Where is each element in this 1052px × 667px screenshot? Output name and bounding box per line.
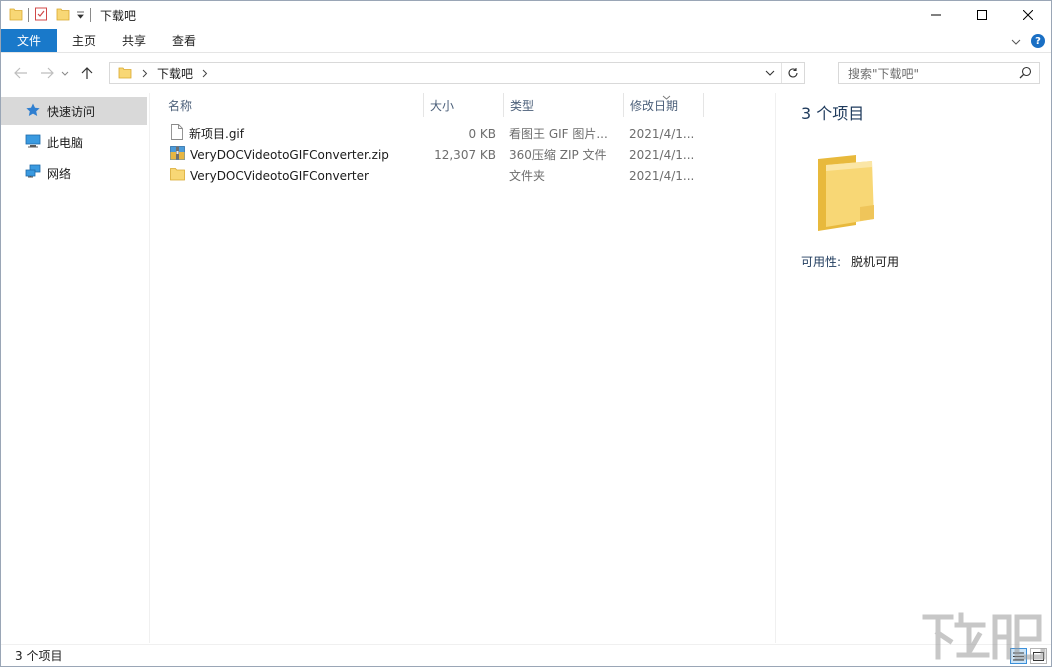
folder-icon <box>9 6 23 25</box>
expand-ribbon-icon[interactable] <box>1011 34 1021 48</box>
address-dropdown-button[interactable] <box>759 63 781 83</box>
new-folder-icon[interactable] <box>56 6 70 25</box>
file-size: 12,307 KB <box>434 147 496 162</box>
close-icon <box>1023 10 1033 20</box>
explorer-window: 下载吧 文件 主页 共享 查看 ? 下载吧 搜索"下载吧" 快速访问 此电脑 网… <box>0 0 1052 667</box>
search-input[interactable]: 搜索"下载吧" <box>838 62 1040 84</box>
status-item-count: 3 个项目 <box>15 649 63 663</box>
file-size: 0 KB <box>468 126 496 141</box>
folder-icon <box>170 167 185 184</box>
quick-access-toolbar <box>9 1 96 29</box>
file-name: VeryDOCVideotoGIFConverter <box>190 168 369 183</box>
back-arrow-icon <box>14 67 27 79</box>
ribbon-right-controls: ? <box>1011 29 1045 53</box>
availability-row: 可用性: 脱机可用 <box>801 253 899 270</box>
maximize-icon <box>977 10 987 20</box>
file-date: 2021/4/1... <box>629 126 695 141</box>
details-pane: 3 个项目 可用性: 脱机可用 <box>776 93 1051 643</box>
file-row[interactable]: 新项目.gif 0 KB 看图王 GIF 图片... 2021/4/1... <box>150 123 775 144</box>
tab-view[interactable]: 查看 <box>159 29 209 52</box>
close-button[interactable] <box>1005 1 1051 29</box>
file-row[interactable]: VeryDOCVideotoGIFConverter.zip 12,307 KB… <box>150 144 775 165</box>
forward-arrow-icon <box>41 67 54 79</box>
up-arrow-icon <box>81 67 93 79</box>
file-row[interactable]: VeryDOCVideotoGIFConverter 文件夹 2021/4/1.… <box>150 165 775 186</box>
ribbon-tabs: 文件 主页 共享 查看 ? <box>1 29 1051 53</box>
column-header-type[interactable]: 类型 <box>504 93 624 117</box>
file-name: 新项目.gif <box>189 127 244 141</box>
file-size <box>424 165 496 186</box>
file-icon <box>170 124 184 143</box>
sidebar-item-this-pc[interactable]: 此电脑 <box>1 127 149 158</box>
column-header-date[interactable]: 修改日期 <box>624 93 704 117</box>
search-placeholder: 搜索"下载吧" <box>848 66 920 81</box>
tab-share[interactable]: 共享 <box>109 29 159 52</box>
window-title: 下载吧 <box>100 8 137 23</box>
file-date: 2021/4/1... <box>629 147 695 162</box>
refresh-icon <box>788 68 798 78</box>
address-bar[interactable]: 下载吧 <box>109 62 805 84</box>
file-date: 2021/4/1... <box>629 168 695 183</box>
maximize-button[interactable] <box>959 1 1005 29</box>
sidebar-item-label: 快速访问 <box>47 104 96 119</box>
status-bar: 3 个项目 <box>1 644 1051 666</box>
watermark-logo <box>919 607 1049 665</box>
item-count-title: 3 个项目 <box>801 104 865 123</box>
sidebar-item-label: 网络 <box>47 167 72 181</box>
file-type: 360压缩 ZIP 文件 <box>509 148 607 162</box>
sidebar-item-quick-access[interactable]: 快速访问 <box>1 97 147 125</box>
title-bar: 下载吧 <box>1 1 1051 29</box>
sidebar-item-network[interactable]: 网络 <box>1 158 149 189</box>
availability-value: 脱机可用 <box>851 255 900 269</box>
help-button[interactable]: ? <box>1031 34 1045 48</box>
breadcrumb-chevron-icon[interactable] <box>202 69 208 78</box>
back-button[interactable] <box>10 62 32 84</box>
chevron-down-icon <box>765 70 775 76</box>
column-headers: 名称 大小 类型 修改日期 <box>150 93 775 117</box>
search-icon[interactable] <box>1019 66 1032 82</box>
folder-icon <box>118 66 132 80</box>
star-icon <box>25 102 41 121</box>
tab-file[interactable]: 文件 <box>1 29 58 52</box>
availability-label: 可用性: <box>801 255 842 269</box>
navigation-row: 下载吧 搜索"下载吧" <box>1 54 1051 92</box>
breadcrumb-chevron-icon[interactable] <box>142 69 148 78</box>
zip-icon <box>170 146 185 163</box>
minimize-icon <box>931 14 941 16</box>
recent-locations-button[interactable] <box>58 62 72 84</box>
file-name: VeryDOCVideotoGIFConverter.zip <box>190 147 389 162</box>
file-type: 看图王 GIF 图片... <box>509 127 608 141</box>
up-button[interactable] <box>76 62 98 84</box>
column-header-name[interactable]: 名称 <box>162 93 424 117</box>
network-icon <box>25 164 41 183</box>
computer-icon <box>25 133 41 152</box>
forward-button[interactable] <box>36 62 58 84</box>
refresh-button[interactable] <box>782 63 804 83</box>
customize-qat-icon[interactable] <box>76 8 85 22</box>
large-folder-icon <box>816 155 876 238</box>
column-header-size[interactable]: 大小 <box>424 93 504 117</box>
navigation-pane: 快速访问 此电脑 网络 <box>1 93 149 643</box>
file-list: 名称 大小 类型 修改日期 新项目.gif 0 KB 看图王 GIF 图片...… <box>150 93 775 643</box>
address-controls <box>759 63 804 83</box>
sidebar-item-label: 此电脑 <box>47 136 84 150</box>
breadcrumb-item[interactable]: 下载吧 <box>157 65 193 82</box>
properties-icon[interactable] <box>34 6 48 25</box>
minimize-button[interactable] <box>913 1 959 29</box>
window-controls <box>913 1 1051 29</box>
chevron-down-icon <box>61 71 69 76</box>
tab-home[interactable]: 主页 <box>59 29 109 52</box>
file-type: 文件夹 <box>509 169 546 183</box>
